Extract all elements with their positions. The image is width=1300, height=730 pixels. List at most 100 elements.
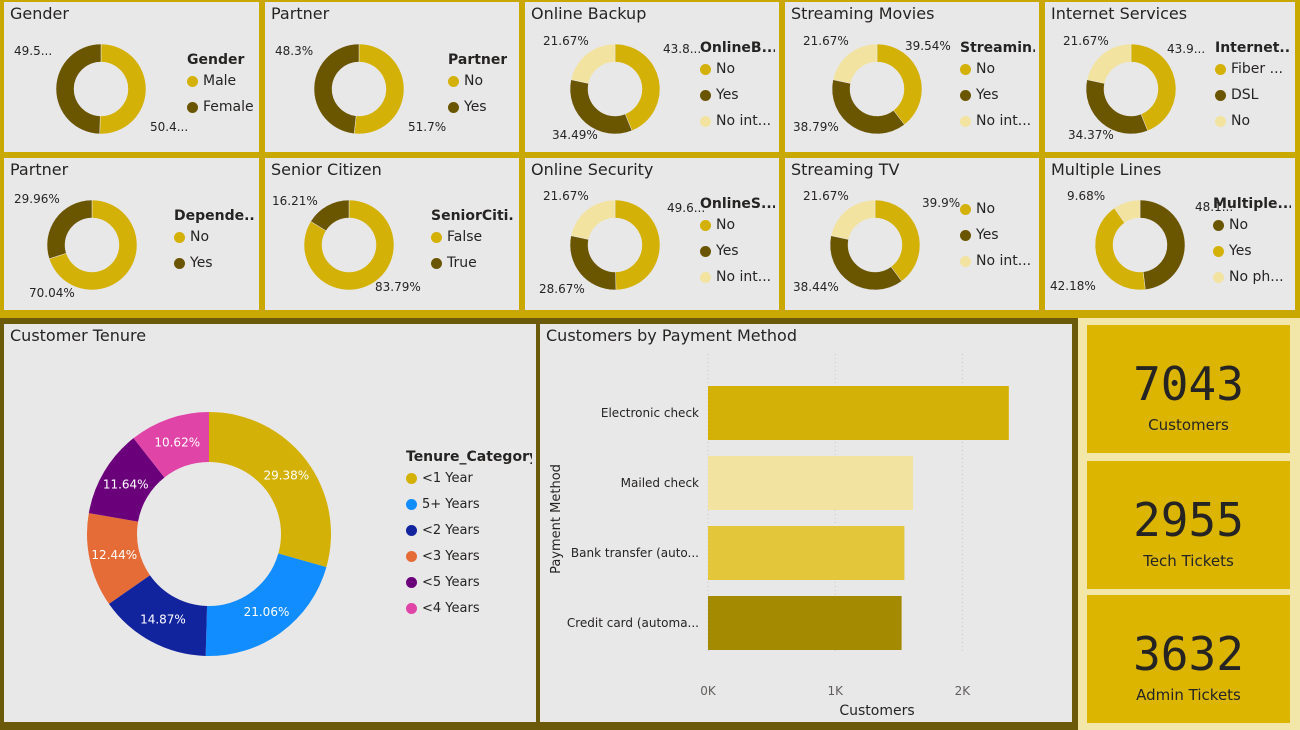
legend-item-no[interactable]: No [1215, 108, 1291, 134]
legend-label: Yes [976, 227, 999, 243]
donut-slice-no-int[interactable] [570, 199, 616, 240]
legend-item-yes[interactable]: Yes [700, 238, 775, 264]
donut-slice-1-year[interactable] [209, 412, 331, 568]
data-label-no: 39.54% [905, 39, 951, 53]
donut-slice-yes[interactable] [831, 79, 905, 135]
legend-item-no[interactable]: No [1213, 212, 1291, 238]
internet-services-legend: Internet... Fiber ... DSL No [1215, 40, 1291, 134]
legend-item-fiber[interactable]: Fiber ... [1215, 56, 1291, 82]
legend-label: <1 Year [422, 470, 473, 486]
legend-item-no[interactable]: No [174, 224, 255, 250]
donut-slice-no[interactable] [1139, 199, 1186, 290]
legend-label: True [447, 255, 477, 271]
internet-services-donut-card[interactable]: Internet Services 43.9... 34.37% 21.67% Inte… [1045, 2, 1295, 152]
legend-item-2-years[interactable]: <2 Years [406, 517, 532, 543]
legend-item-yes[interactable]: Yes [700, 82, 775, 108]
data-label-no: 70.04% [29, 286, 75, 300]
legend-item-male[interactable]: Male [187, 68, 254, 94]
multiple-lines-legend: Multiple... No Yes No ph... [1213, 196, 1291, 290]
donut-slice-no-int[interactable] [832, 43, 878, 84]
legend-swatch [187, 101, 198, 113]
donut-slice-yes[interactable] [569, 79, 633, 135]
legend-title: SeniorCiti... [431, 208, 515, 224]
legend-title: Depende... [174, 208, 255, 224]
admin-tickets-kpi-card[interactable]: 3632 Admin Tickets [1087, 595, 1290, 723]
legend-label: No [1229, 217, 1249, 233]
payment-method-bar-chart: 0K 1K 2K Electronic check Mailed check Bank t… [549, 354, 1009, 719]
legend-swatch [960, 89, 971, 101]
legend-item-no[interactable]: No [960, 56, 1035, 82]
donut-slice-no[interactable] [353, 43, 405, 135]
legend-item-no[interactable]: No [448, 68, 507, 94]
legend-item-yes[interactable]: Yes [174, 250, 255, 276]
online-security-legend: OnlineS... No Yes No int... [700, 196, 775, 290]
dependents-donut-card[interactable]: Partner 70.04% 29.96% Depende... No Yes [4, 158, 259, 310]
x-tick-label: 2K [955, 684, 972, 698]
bar-credit-card-automa[interactable] [708, 596, 902, 650]
legend-item-yes[interactable]: Yes [960, 222, 1031, 248]
multiple-lines-donut-card[interactable]: Multiple Lines 48.1... 42.18% 9.68% Multiple… [1045, 158, 1295, 310]
legend-item-4-years[interactable]: <4 Years [406, 595, 532, 621]
legend-swatch [700, 115, 711, 127]
legend-item-1-year[interactable]: <1 Year [406, 465, 532, 491]
bar-mailed-check[interactable] [708, 456, 914, 510]
online-security-donut-card[interactable]: Online Security 49.6... 28.67% 21.67% Online… [525, 158, 779, 310]
donut-slice-dsl[interactable] [1085, 79, 1148, 135]
legend-swatch [1215, 89, 1226, 101]
donut-slice-no-int[interactable] [830, 199, 876, 240]
legend-label: False [447, 229, 483, 245]
legend-item-5-years[interactable]: 5+ Years [406, 491, 532, 517]
legend-item-yes[interactable]: Yes [1213, 238, 1291, 264]
legend-item-dsl[interactable]: DSL [1215, 82, 1291, 108]
legend-item-no-int[interactable]: No int... [700, 108, 775, 134]
streaming-tv-donut-card[interactable]: Streaming TV 39.9% 38.44% 21.67% No Yes No int… [785, 158, 1039, 310]
legend-item-no-int[interactable]: No int... [960, 108, 1035, 134]
payment-method-bar-card[interactable]: Customers by Payment Method 0K 1K 2K Electr… [540, 324, 1072, 722]
online-backup-donut-card[interactable]: Online Backup 43.8... 34.49% 21.67% OnlineB.… [525, 2, 779, 152]
bar-electronic-check[interactable] [708, 386, 1009, 440]
donut-slice-no[interactable] [1086, 43, 1132, 84]
donut-slice-yes[interactable] [1094, 207, 1146, 291]
customers-kpi-label: Customers [1148, 416, 1229, 434]
donut-slice-no[interactable] [874, 199, 921, 282]
legend-item-yes[interactable]: Yes [960, 82, 1035, 108]
donut-slice-yes[interactable] [46, 199, 93, 260]
donut-slice-female[interactable] [55, 43, 102, 135]
donut-slice-no-int[interactable] [570, 43, 616, 84]
customers-kpi-card[interactable]: 7043 Customers [1087, 325, 1290, 453]
tech-tickets-kpi-card[interactable]: 2955 Tech Tickets [1087, 461, 1290, 589]
bar-bank-transfer-auto[interactable] [708, 526, 905, 580]
senior-citizen-donut-card[interactable]: Senior Citizen83.79%16.21%SeniorCiti...F… [265, 158, 519, 310]
donut-slice-no[interactable] [614, 199, 661, 291]
category-label-electronic-check: Electronic check [601, 406, 699, 420]
partner-donut-card[interactable]: Partner 51.7% 48.3% Partner No Yes [265, 2, 519, 152]
legend-item-true[interactable]: True [431, 250, 515, 276]
legend-swatch [960, 255, 971, 267]
legend-item-female[interactable]: Female [187, 94, 254, 120]
partner-legend: Depende... No Yes [174, 208, 255, 276]
legend-item-yes[interactable]: Yes [448, 94, 507, 120]
legend-item-no[interactable]: No [960, 196, 1031, 222]
legend-item-no-int[interactable]: No int... [700, 264, 775, 290]
legend-item-false[interactable]: False [431, 224, 515, 250]
donut-slice-yes[interactable] [829, 235, 903, 291]
customer-tenure-donut-card[interactable]: Customer Tenure 29.38% 21.06% 14.87% 12.44% 1… [4, 324, 536, 722]
legend-swatch [1213, 271, 1224, 283]
legend-item-no-ph[interactable]: No ph... [1213, 264, 1291, 290]
gender-donut-card[interactable]: Gender 50.4... 49.5... Gender Male Female [4, 2, 259, 152]
data-label-true: 16.21% [272, 194, 318, 208]
legend-item-no[interactable]: No [700, 212, 775, 238]
y-axis-title: Payment Method [549, 464, 564, 574]
legend-label: No [716, 61, 736, 77]
donut-slice-no[interactable] [876, 43, 923, 125]
streaming-movies-donut-card[interactable]: Streaming Movies 39.54% 38.79% 21.67% Stream… [785, 2, 1039, 152]
legend-item-no-int[interactable]: No int... [960, 248, 1031, 274]
legend-item-5-years[interactable]: <5 Years [406, 569, 532, 595]
legend-label: No [1231, 113, 1251, 129]
legend-item-no[interactable]: No [700, 56, 775, 82]
legend-swatch [700, 219, 711, 231]
donut-slice-yes[interactable] [313, 43, 360, 135]
legend-item-3-years[interactable]: <3 Years [406, 543, 532, 569]
senior-citizen-legend: SeniorCiti... False True [431, 208, 515, 276]
donut-slice-male[interactable] [99, 43, 147, 135]
